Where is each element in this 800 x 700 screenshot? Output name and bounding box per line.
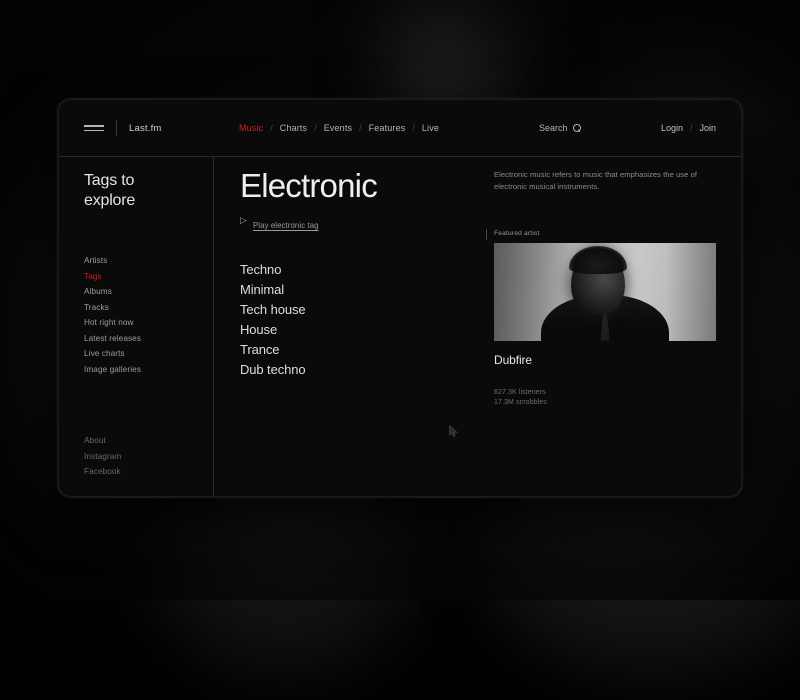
sidebar-title: Tags to explore [84, 171, 188, 210]
auth-separator: / [690, 123, 693, 133]
primary-nav: Music / Charts / Events / Features / Liv… [239, 123, 439, 133]
hamburger-line [84, 130, 104, 131]
genre-item-trance[interactable]: Trance [240, 342, 476, 357]
main-left-column: Electronic Play electronic tag Techno Mi… [226, 169, 476, 476]
featured-accent-line [486, 229, 487, 240]
listeners-stat: 627.3K listeners [494, 389, 716, 396]
auth-area: Login / Join [661, 123, 741, 133]
nav-separator: / [412, 123, 415, 133]
sidebar-footer: About Instagram Facebook [84, 436, 188, 476]
sidebar-item-tags[interactable]: Tags [84, 272, 188, 281]
genre-list: Techno Minimal Tech house House Trance D… [240, 262, 476, 377]
sidebar-item-tracks[interactable]: Tracks [84, 303, 188, 312]
sidebar-item-hot-right-now[interactable]: Hot right now [84, 318, 188, 327]
play-tag-label: Play electronic tag [253, 221, 319, 230]
genre-item-house[interactable]: House [240, 322, 476, 337]
sidebar-item-albums[interactable]: Albums [84, 287, 188, 296]
scrobbles-stat: 17.3M scrobbles [494, 399, 716, 406]
search-control[interactable]: Search [539, 123, 581, 133]
nav-item-music[interactable]: Music [239, 123, 263, 133]
featured-artist-photo[interactable] [494, 243, 716, 341]
sidebar-item-artists[interactable]: Artists [84, 256, 188, 265]
device-screen: Last.fm Music / Charts / Events / Featur… [59, 100, 741, 496]
nav-item-live[interactable]: Live [422, 123, 439, 133]
play-triangle-icon [240, 221, 247, 229]
photo-figure-hair [569, 246, 627, 274]
tag-description: Electronic music refers to music that em… [494, 169, 716, 194]
brand-name[interactable]: Last.fm [129, 123, 162, 134]
photo-shadow-right [667, 243, 716, 341]
search-label: Search [539, 123, 568, 133]
footer-link-instagram[interactable]: Instagram [84, 452, 188, 461]
footer-link-facebook[interactable]: Facebook [84, 467, 188, 476]
nav-item-charts[interactable]: Charts [280, 123, 307, 133]
join-link[interactable]: Join [699, 123, 716, 133]
brand-divider [116, 120, 117, 136]
page-title: Electronic [240, 169, 476, 204]
nav-separator: / [270, 123, 273, 133]
genre-item-dub-techno[interactable]: Dub techno [240, 362, 476, 377]
brand-area: Last.fm [59, 120, 214, 136]
featured-artist-stats: 627.3K listeners 17.3M scrobbles [494, 389, 716, 406]
featured-artist-label: Featured artist [494, 230, 540, 237]
nav-item-events[interactable]: Events [324, 123, 352, 133]
main-content: Electronic Play electronic tag Techno Mi… [214, 157, 741, 496]
featured-artist-name[interactable]: Dubfire [494, 353, 716, 367]
nav-separator: / [359, 123, 362, 133]
search-icon [573, 124, 581, 132]
sidebar: Tags to explore Artists Tags Albums Trac… [59, 157, 214, 496]
featured-artist-label-row: Featured artist [494, 230, 716, 237]
genre-item-tech-house[interactable]: Tech house [240, 302, 476, 317]
login-link[interactable]: Login [661, 123, 683, 133]
genre-item-minimal[interactable]: Minimal [240, 282, 476, 297]
footer-link-about[interactable]: About [84, 436, 188, 445]
sidebar-nav: Artists Tags Albums Tracks Hot right now… [84, 256, 188, 374]
nav-item-features[interactable]: Features [369, 123, 406, 133]
sidebar-item-live-charts[interactable]: Live charts [84, 349, 188, 358]
genre-item-techno[interactable]: Techno [240, 262, 476, 277]
sidebar-item-latest-releases[interactable]: Latest releases [84, 334, 188, 343]
play-tag-button[interactable]: Play electronic tag [240, 221, 319, 230]
hamburger-icon[interactable] [84, 125, 104, 131]
nav-separator: / [314, 123, 317, 133]
device-frame: Last.fm Music / Charts / Events / Featur… [57, 98, 743, 498]
site-header: Last.fm Music / Charts / Events / Featur… [59, 100, 741, 157]
sidebar-item-image-galleries[interactable]: Image galleries [84, 365, 188, 374]
page-body: Tags to explore Artists Tags Albums Trac… [59, 157, 741, 496]
main-right-column: Electronic music refers to music that em… [476, 169, 716, 476]
featured-artist-card[interactable]: Featured artist Dubfire 627.3K listeners [494, 230, 716, 406]
hamburger-line [84, 125, 104, 126]
